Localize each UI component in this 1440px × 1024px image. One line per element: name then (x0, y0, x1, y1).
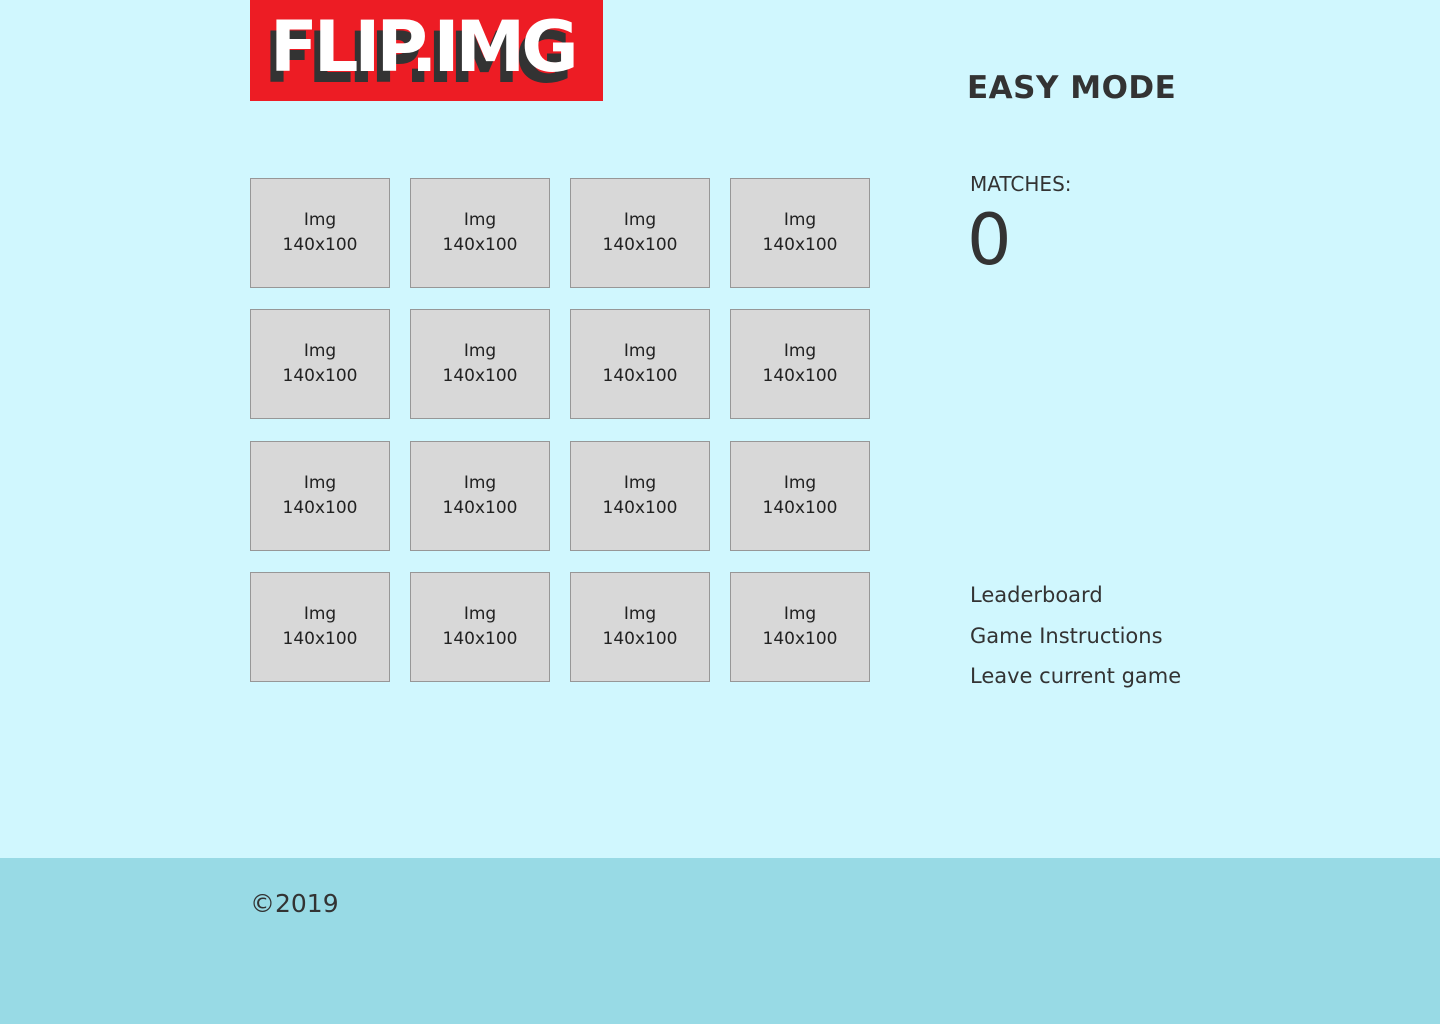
card-size: 140x100 (282, 366, 358, 387)
card-16[interactable]: Img 140x100 (730, 571, 870, 682)
card-size: 140x100 (762, 366, 838, 387)
card-label: Img (303, 472, 337, 493)
logo-text: FLIP.IMG (270, 6, 579, 88)
card-size: 140x100 (282, 497, 358, 518)
card-label: Img (783, 472, 817, 493)
card-label: Img (303, 210, 337, 230)
mode-title: EASY MODE (967, 70, 1177, 106)
card-size: 140x100 (602, 235, 678, 255)
card-label: Img (463, 210, 497, 230)
card-grid: Img 140x100 Img 140x100 Img 140x100 Img 140x… (250, 178, 870, 682)
card-size: 140x100 (442, 235, 518, 255)
card-label: Img (623, 341, 657, 362)
card-size: 140x100 (442, 366, 518, 387)
card-label: Img (623, 210, 657, 230)
matches-count: 0 (967, 199, 1012, 281)
card-size: 140x100 (282, 235, 358, 255)
card-12[interactable]: Img 140x100 (730, 440, 870, 551)
card-label: Img (783, 341, 817, 362)
copyright-text: ©2019 (250, 889, 339, 918)
card-1[interactable]: Img 140x100 (250, 178, 390, 288)
card-label: Img (623, 472, 657, 493)
card-size: 140x100 (762, 497, 838, 518)
card-6[interactable]: Img 140x100 (410, 309, 550, 420)
card-13[interactable]: Img 140x100 (250, 571, 390, 682)
card-7[interactable]: Img 140x100 (570, 309, 710, 420)
card-4[interactable]: Img 140x100 (730, 178, 870, 288)
card-size: 140x100 (762, 628, 838, 649)
card-5[interactable]: Img 140x100 (250, 309, 390, 420)
card-label: Img (623, 603, 657, 624)
card-label: Img (463, 341, 497, 362)
card-size: 140x100 (602, 366, 678, 387)
card-size: 140x100 (602, 628, 678, 649)
leaderboard-link[interactable]: Leaderboard (970, 575, 1181, 616)
card-2[interactable]: Img 140x100 (410, 178, 550, 288)
card-label: Img (303, 603, 337, 624)
footer: ©2019 (0, 858, 1440, 1024)
card-10[interactable]: Img 140x100 (410, 440, 550, 551)
game-menu: Leaderboard Game Instructions Leave curr… (970, 575, 1181, 697)
logo[interactable]: FLIP.IMG FLIP.IMG (250, 0, 603, 101)
matches-label: MATCHES: (970, 172, 1072, 196)
leave-game-link[interactable]: Leave current game (970, 656, 1181, 697)
game-instructions-link[interactable]: Game Instructions (970, 616, 1181, 657)
card-size: 140x100 (762, 235, 838, 255)
card-size: 140x100 (442, 628, 518, 649)
card-size: 140x100 (602, 497, 678, 518)
card-label: Img (303, 341, 337, 362)
card-label: Img (783, 210, 817, 230)
card-11[interactable]: Img 140x100 (570, 440, 710, 551)
card-14[interactable]: Img 140x100 (410, 571, 550, 682)
card-label: Img (463, 472, 497, 493)
card-3[interactable]: Img 140x100 (570, 178, 710, 288)
card-15[interactable]: Img 140x100 (570, 571, 710, 682)
card-size: 140x100 (282, 628, 358, 649)
card-9[interactable]: Img 140x100 (250, 440, 390, 551)
card-label: Img (463, 603, 497, 624)
card-size: 140x100 (442, 497, 518, 518)
card-8[interactable]: Img 140x100 (730, 309, 870, 420)
card-label: Img (783, 603, 817, 624)
